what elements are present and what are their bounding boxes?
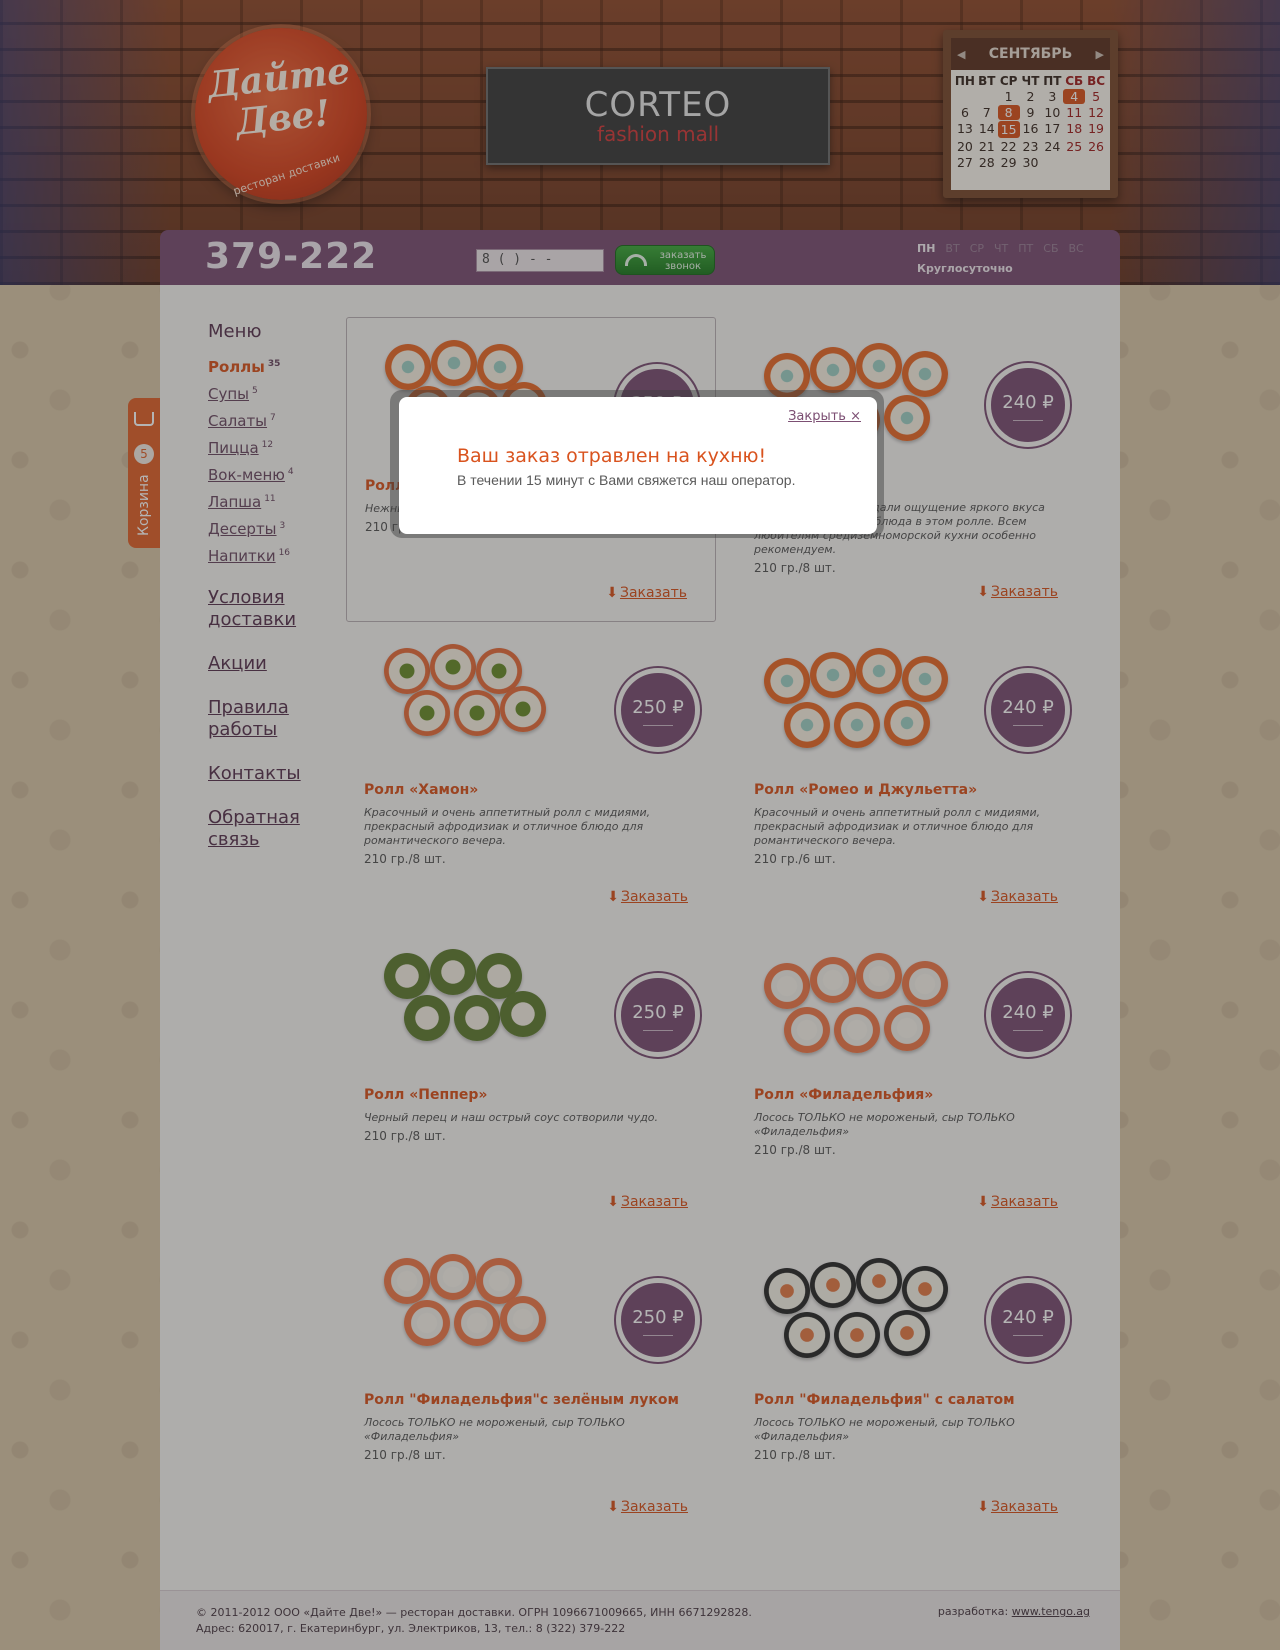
modal-text: В течении 15 минут с Вами свяжется наш о…	[457, 472, 796, 488]
modal-title: Ваш заказ отравлен на кухню!	[457, 445, 767, 467]
order-confirmation-modal: Закрыть × Ваш заказ отравлен на кухню! В…	[399, 397, 877, 534]
modal-close-button[interactable]: Закрыть ×	[788, 409, 861, 424]
modal-overlay[interactable]	[0, 0, 1280, 1650]
